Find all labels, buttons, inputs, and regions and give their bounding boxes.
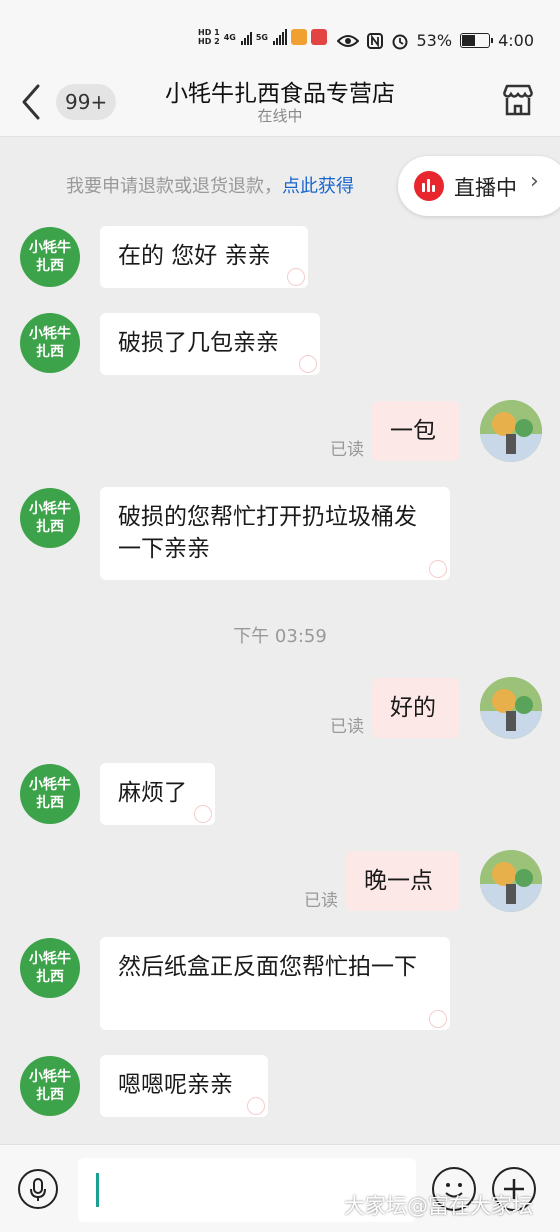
message-text: 一包 [390, 418, 436, 444]
user-avatar[interactable] [480, 400, 542, 462]
text-cursor [96, 1173, 99, 1207]
eye-icon [336, 34, 359, 47]
live-icon [414, 171, 444, 201]
stamp-icon [429, 1010, 447, 1028]
store-icon[interactable] [500, 82, 536, 118]
status-left: HD 1 HD 2 4G 5G [198, 28, 327, 46]
hd2-label: HD 2 [198, 37, 220, 46]
clock-time: 4:00 [498, 31, 534, 50]
message-bubble-shop[interactable]: 破损了几包亲亲 [100, 313, 320, 375]
live-label: 直播中 [454, 176, 517, 200]
read-receipt: 已读 [304, 891, 338, 911]
stamp-icon [299, 355, 317, 373]
battery-percent: 53% [416, 31, 453, 50]
user-avatar[interactable] [480, 677, 542, 739]
message-bubble-me[interactable]: 晚一点 [346, 851, 460, 911]
shop-avatar[interactable]: 小牦牛 扎西 [20, 227, 80, 287]
shop-avatar[interactable]: 小牦牛 扎西 [20, 764, 80, 824]
network-4g-label: 4G [223, 32, 236, 42]
user-avatar-image [480, 400, 542, 462]
stamp-icon [429, 560, 447, 578]
read-receipt: 已读 [330, 717, 364, 737]
message-text: 好的 [390, 695, 436, 721]
live-streaming-button[interactable]: 直播中 › [398, 156, 560, 216]
message-text: 晚一点 [364, 868, 433, 894]
shop-avatar[interactable]: 小牦牛 扎西 [20, 1056, 80, 1116]
shop-avatar-line1: 小牦牛 [29, 951, 71, 967]
hd-indicator: HD 1 HD 2 [198, 28, 220, 46]
user-avatar-image [480, 850, 542, 912]
shop-avatar-line1: 小牦牛 [29, 1069, 71, 1085]
shop-avatar-line2: 扎西 [36, 344, 64, 360]
hd1-label: HD 1 [198, 28, 220, 37]
message-bubble-me[interactable]: 好的 [372, 678, 460, 738]
message-text: 麻烦了 [118, 780, 187, 806]
shop-avatar[interactable]: 小牦牛 扎西 [20, 313, 80, 373]
shop-avatar-line1: 小牦牛 [29, 240, 71, 256]
message-text: 然后纸盒正反面您帮忙拍一下 [118, 954, 417, 980]
shop-avatar-line2: 扎西 [36, 969, 64, 985]
shop-title: 小牦牛扎西食品专营店 [165, 81, 395, 107]
stamp-icon [287, 268, 305, 286]
read-receipt: 已读 [330, 440, 364, 460]
shop-avatar[interactable]: 小牦牛 扎西 [20, 488, 80, 548]
message-bubble-shop[interactable]: 嗯嗯呢亲亲 [100, 1055, 268, 1117]
chat-header: 99+ 小牦牛扎西食品专营店 在线中 [0, 70, 560, 137]
watermark-text: 大家坛@富在大家坛 [344, 1194, 533, 1218]
notification-app-icon [310, 29, 327, 45]
microphone-icon [30, 1178, 46, 1201]
refund-notice: 我要申请退款或退货退款，点此获得 [66, 172, 354, 198]
stamp-icon [194, 805, 212, 823]
message-bubble-shop[interactable]: 破损的您帮忙打开扔垃圾桶发一下亲亲 [100, 487, 450, 580]
signal-icon-1 [240, 29, 252, 45]
message-text: 嗯嗯呢亲亲 [118, 1072, 233, 1098]
message-text: 在的 您好 亲亲 [118, 243, 271, 269]
chevron-right-icon: › [530, 169, 539, 194]
online-status: 在线中 [257, 107, 303, 125]
message-text: 破损的您帮忙打开扔垃圾桶发一下亲亲 [118, 504, 417, 562]
shop-avatar-line1: 小牦牛 [29, 326, 71, 342]
message-bubble-shop[interactable]: 在的 您好 亲亲 [100, 226, 308, 288]
voice-input-button[interactable] [18, 1169, 58, 1209]
shop-avatar-line2: 扎西 [36, 258, 64, 274]
shop-avatar[interactable]: 小牦牛 扎西 [20, 938, 80, 998]
alarm-icon [392, 34, 407, 49]
status-bar: HD 1 HD 2 4G 5G 53% 4:00 [0, 0, 560, 70]
chat-timestamp: 下午 03:59 [233, 626, 327, 647]
battery-icon [460, 33, 494, 48]
shop-avatar-line2: 扎西 [36, 1087, 64, 1103]
message-bubble-me[interactable]: 一包 [372, 401, 460, 461]
shop-avatar-line1: 小牦牛 [29, 501, 71, 517]
stamp-icon [247, 1097, 265, 1115]
signal-icon-2 [272, 29, 287, 45]
user-avatar-image [480, 677, 542, 739]
refund-link[interactable]: 点此获得 [282, 176, 354, 197]
user-avatar[interactable] [480, 850, 542, 912]
network-5g-label: 5G [255, 32, 268, 42]
message-bubble-shop[interactable]: 然后纸盒正反面您帮忙拍一下 [100, 937, 450, 1030]
shop-avatar-line2: 扎西 [36, 519, 64, 535]
refund-notice-text: 我要申请退款或退货退款， [66, 176, 282, 197]
message-bubble-shop[interactable]: 麻烦了 [100, 763, 215, 825]
message-text: 破损了几包亲亲 [118, 330, 279, 356]
shop-avatar-line1: 小牦牛 [29, 777, 71, 793]
shop-avatar-line2: 扎西 [36, 795, 64, 811]
video-app-icon [290, 29, 307, 45]
nfc-icon [366, 32, 383, 49]
status-right: 53% 4:00 [336, 31, 534, 50]
